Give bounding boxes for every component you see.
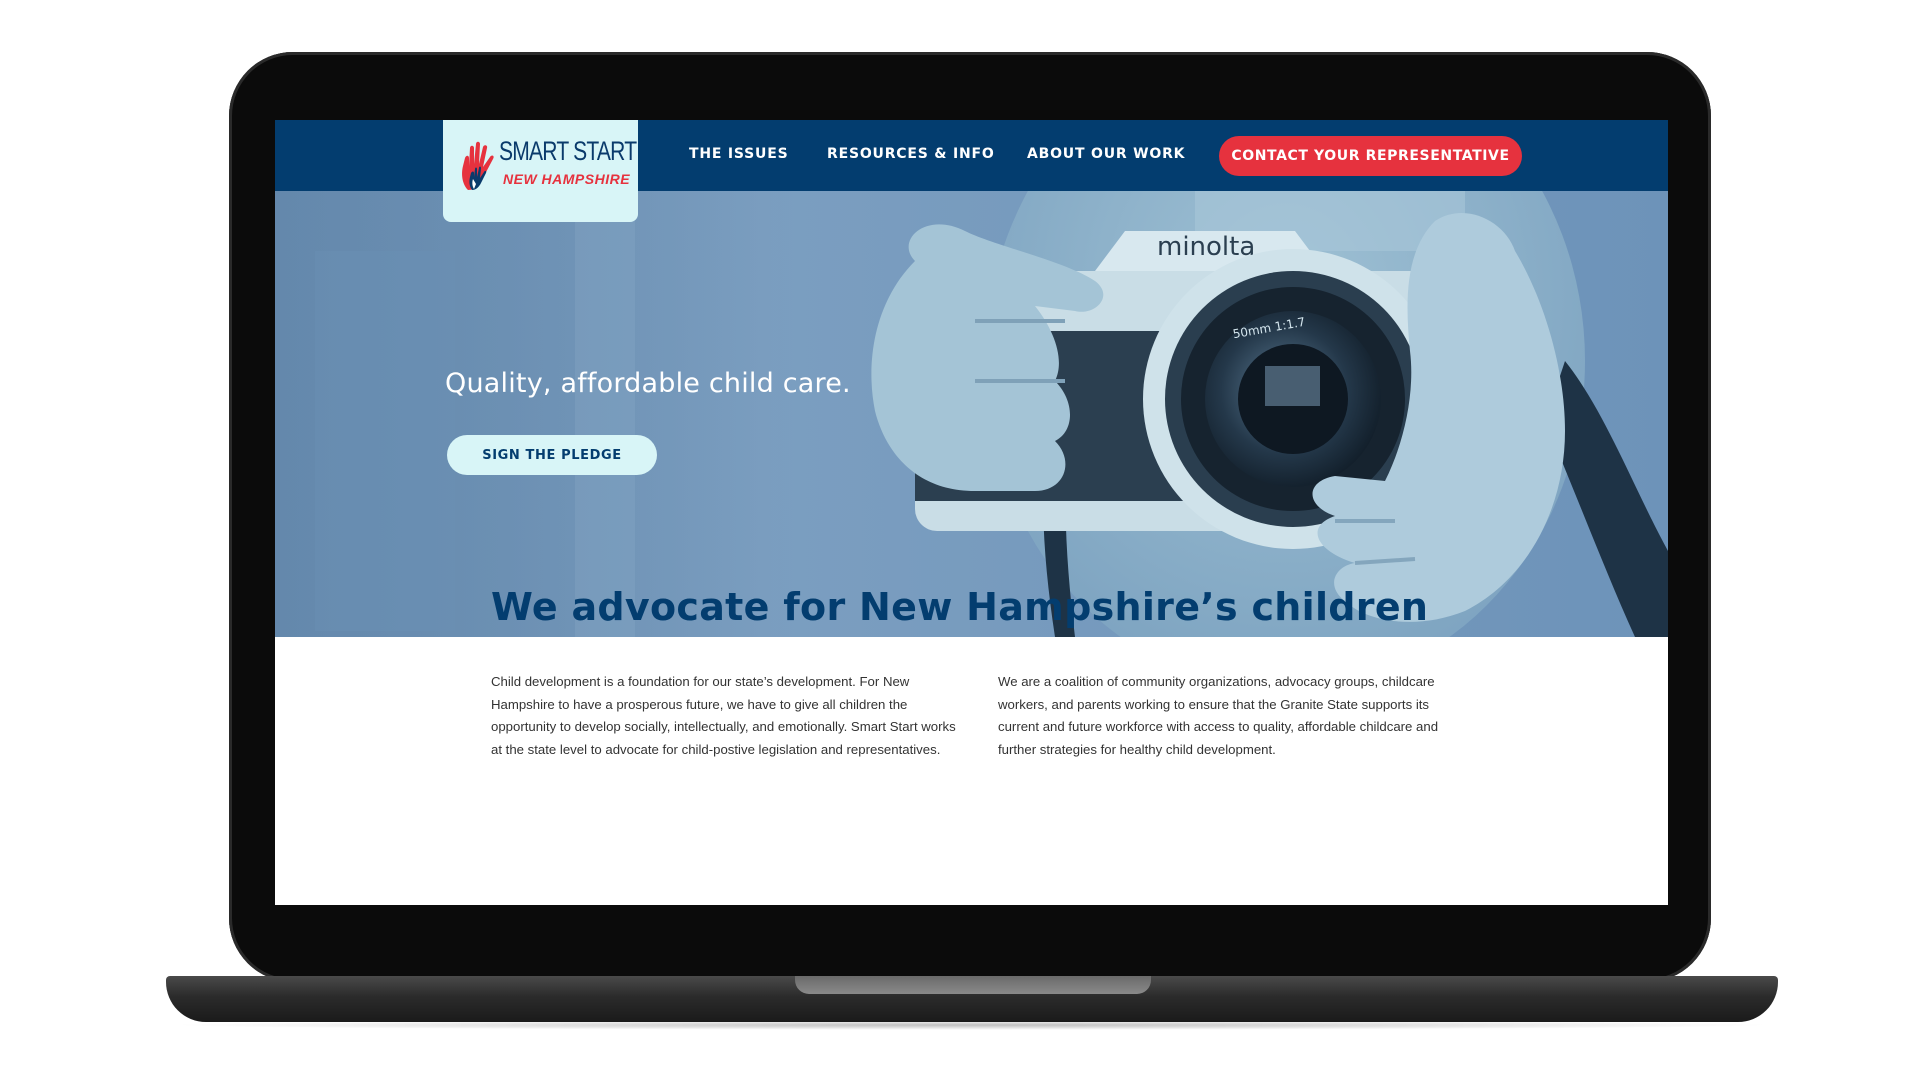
hero-photo-camera: minolta 50mm 1:1.7 [275,191,1668,637]
logo-text-new-hampshire: NEW HAMPSHIRE [503,171,631,187]
hero-banner: minolta 50mm 1:1.7 Quality, affordable c… [275,191,1668,637]
paragraph-left: Child development is a foundation for ou… [491,674,956,757]
website-screen: THE ISSUES RESOURCES & INFO ABOUT OUR WO… [275,120,1668,905]
laptop-notch [795,976,1151,994]
paragraph-right: We are a coalition of community organiza… [998,674,1439,757]
nav-link-about-our-work[interactable]: ABOUT OUR WORK [1027,146,1185,162]
nav-link-the-issues[interactable]: THE ISSUES [689,146,788,162]
svg-text:minolta: minolta [1157,232,1255,262]
sign-the-pledge-button[interactable]: SIGN THE PLEDGE [447,435,657,475]
contact-representative-button[interactable]: CONTACT YOUR REPRESENTATIVE [1219,136,1522,176]
logo[interactable]: SMART START NEW HAMPSHIRE [443,120,638,222]
laptop-shadow [166,1020,1778,1030]
hand-logo-icon [462,141,494,190]
section-title: We advocate for New Hampshire’s children [491,585,1429,629]
hero-headline: Quality, affordable child care. [445,368,851,399]
logo-text-smart-start: SMART START [499,136,637,166]
nav-link-resources-info[interactable]: RESOURCES & INFO [827,146,995,162]
